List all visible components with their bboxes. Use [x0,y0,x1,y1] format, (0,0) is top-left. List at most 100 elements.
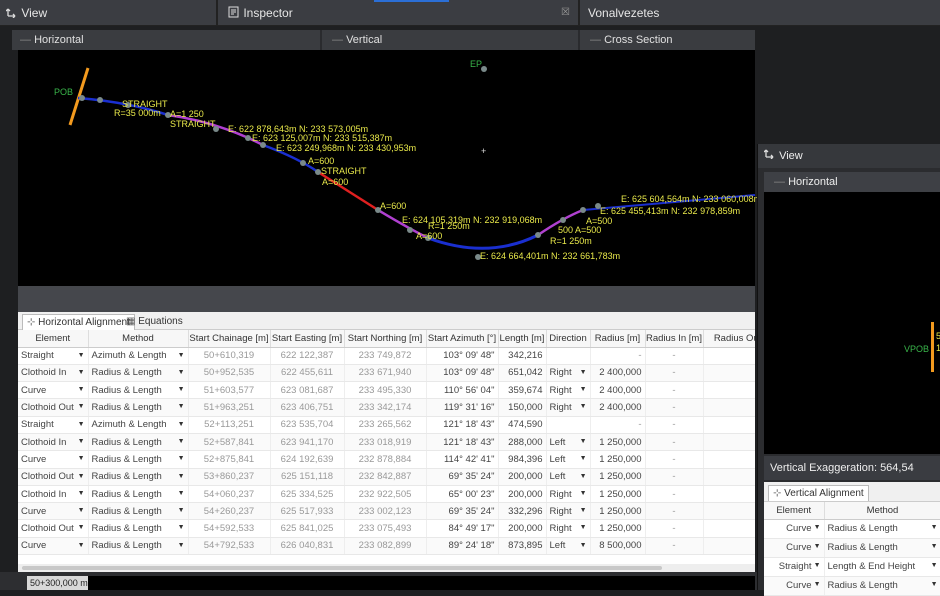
table-cell[interactable]: Right [546,364,591,383]
floating-view-canvas[interactable]: VPOB 50 11 [764,192,940,454]
column-header[interactable]: Start Azimuth [°] [426,330,499,348]
table-cell[interactable]: Curve [764,538,825,558]
table-cell[interactable]: Azimuth & Length [88,347,189,365]
table-cell[interactable]: Radius & Length [88,485,189,504]
table-cell[interactable]: Right [546,381,591,400]
column-header[interactable]: Element [764,502,825,520]
inspector-window-tab[interactable]: Inspector ☒ [222,0,580,26]
table-cell[interactable]: Left [546,537,591,556]
table-cell[interactable]: Radius & Length [88,502,189,521]
table-cell[interactable]: Curve [18,381,89,400]
table-row[interactable]: CurveRadius & Length [764,519,940,539]
table-cell[interactable]: Straight [18,347,89,365]
table-cell: 110° 56' 04" [426,381,499,400]
table-cell: 8 500,000 [590,537,646,556]
table-cell[interactable]: Length & End Height [824,557,940,577]
table-cell: 119° 31' 16" [426,398,499,417]
table-row[interactable]: CurveRadius & Length54+260,237625 517,93… [18,502,755,521]
table-cell[interactable]: Left [546,468,591,486]
column-header[interactable]: Radius [m] [590,330,646,348]
table-row[interactable]: CurveRadius & Length52+875,841624 192,63… [18,450,755,469]
table-row[interactable]: StraightAzimuth & Length52+113,251623 53… [18,416,755,434]
table-cell[interactable]: Radius & Length [88,381,189,400]
table-cell[interactable]: Curve [764,576,825,596]
column-header[interactable]: Direction [546,330,591,348]
table-row[interactable]: Clothoid OutRadius & Length54+592,533625… [18,519,755,538]
column-header[interactable]: Method [824,502,940,520]
table-cell[interactable]: Radius & Length [88,433,189,452]
column-header[interactable]: Method [88,330,189,348]
table-row[interactable]: CurveRadius & Length [764,538,940,558]
table-cell[interactable] [546,416,591,434]
table-cell[interactable]: Azimuth & Length [88,416,189,434]
table-cell[interactable]: Radius & Length [88,450,189,469]
table-row[interactable]: Clothoid OutRadius & Length53+860,237625… [18,468,755,486]
table-cell[interactable]: Right [546,519,591,538]
table-cell[interactable]: Left [546,450,591,469]
column-header[interactable]: Element [18,330,89,348]
table-row[interactable]: Clothoid InRadius & Length54+060,237625 … [18,485,755,504]
table-row[interactable]: StraightAzimuth & Length50+610,319622 12… [18,347,755,365]
table-cell[interactable]: Right [546,485,591,504]
table-cell[interactable]: Clothoid Out [18,398,89,417]
table-row[interactable]: Clothoid InRadius & Length52+587,841623 … [18,433,755,452]
table-cell[interactable]: Radius & Length [88,537,189,556]
table-cell[interactable]: Clothoid In [18,433,89,452]
table-cell[interactable]: Radius & Length [824,538,940,558]
table-cell[interactable]: Curve [18,450,89,469]
table-cell[interactable]: Right [546,502,591,521]
table-row[interactable]: Clothoid InRadius & Length50+952,535622 … [18,364,755,383]
horizontal-scrollbar[interactable] [18,564,755,572]
floating-view-title-bar[interactable]: View [758,144,940,168]
tab-equations[interactable]: ▦ Equations [122,314,187,330]
table-cell: 52+875,841 [188,450,271,469]
table-row[interactable]: CurveRadius & Length54+792,533626 040,83… [18,537,755,556]
view-window-tab[interactable]: View [0,0,218,26]
table-cell[interactable]: Right [546,398,591,417]
table-row[interactable]: CurveRadius & Length51+603,577623 081,68… [18,381,755,400]
grid-icon: ▦ [126,316,139,327]
column-header[interactable]: Start Easting [m] [270,330,345,348]
table-cell[interactable]: Curve [18,537,89,556]
table-cell[interactable]: Clothoid In [18,485,89,504]
table-cell: 150,000 [498,398,547,417]
table-cell[interactable]: Radius & Length [88,364,189,383]
table-cell[interactable]: Radius & Length [88,398,189,417]
table-row[interactable]: Clothoid OutRadius & Length51+963,251623… [18,398,755,417]
table-cell: 51+603,577 [188,381,271,400]
table-cell[interactable]: Clothoid In [18,364,89,383]
tab-vertical[interactable]: — Vertical [324,30,580,50]
table-cell[interactable]: Clothoid Out [18,468,89,486]
table-cell: 1 250,000 [590,485,646,504]
table-row[interactable]: StraightLength & End Height [764,557,940,577]
floating-tab-horizontal[interactable]: — Horizontal [764,172,940,192]
table-cell[interactable]: Straight [18,416,89,434]
tab-vertical-alignment[interactable]: ⊹ Vertical Alignment [768,485,869,501]
table-cell[interactable]: Radius & Length [88,468,189,486]
table-cell[interactable]: Left [546,433,591,452]
column-header[interactable]: Length [m] [498,330,547,348]
table-cell[interactable]: Straight [764,557,825,577]
table-cell[interactable]: Curve [764,519,825,539]
table-cell: 89° 24' 18" [426,537,499,556]
table-cell[interactable]: Radius & Length [824,576,940,596]
table-cell[interactable]: Radius & Length [88,519,189,538]
tab-horizontal[interactable]: — Horizontal [12,30,322,50]
table-row[interactable]: CurveRadius & Length [764,576,940,596]
column-header[interactable]: Start Northing [m] [344,330,427,348]
table-cell[interactable]: Radius & Length [824,519,940,539]
clothoid-a-label: A=1 250 [170,109,204,119]
table-cell[interactable]: Curve [18,502,89,521]
column-header[interactable]: Radius Out [m] [703,330,755,348]
column-header[interactable]: Radius In [m] [645,330,704,348]
tab-cross-section[interactable]: — Cross Section [582,30,755,50]
table-cell[interactable]: Clothoid Out [18,519,89,538]
vonalvezetes-window-tab[interactable]: Vonalvezetes [582,0,940,26]
horizontal-alignment-canvas[interactable]: + POB EP STRAIGHT R=35 000m A=1 250 STRA… [18,50,761,286]
active-accent-bar [374,0,449,2]
restore-icon[interactable]: ☒ [561,0,570,26]
tab-horizontal-alignment[interactable]: ⊹ Horizontal Alignment [22,314,135,330]
table-cell[interactable] [546,347,591,365]
table-cell: 624 192,639 [270,450,345,469]
column-header[interactable]: Start Chainage [m] [188,330,271,348]
